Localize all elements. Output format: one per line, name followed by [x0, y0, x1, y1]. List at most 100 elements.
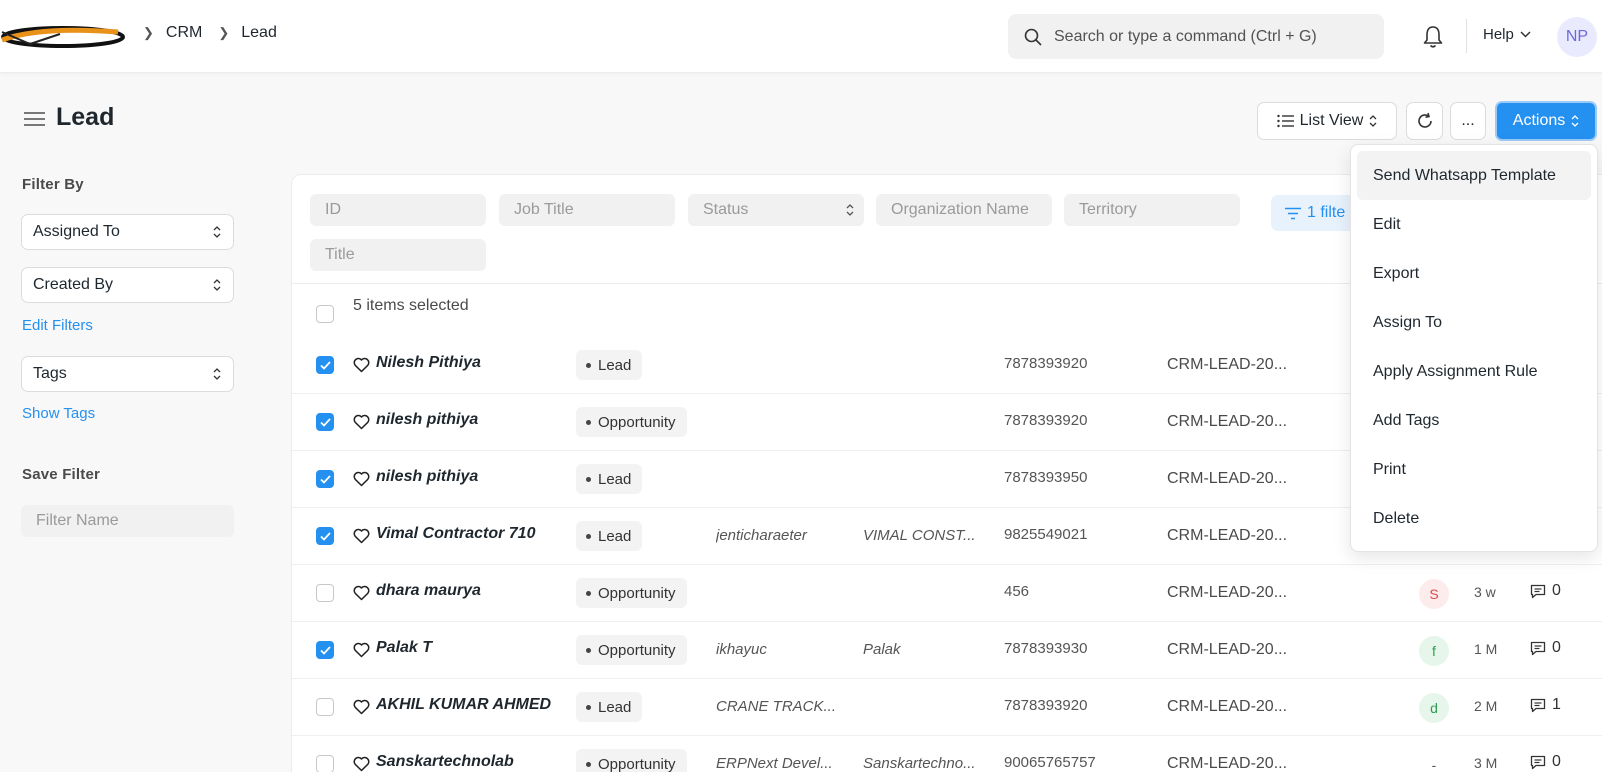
breadcrumb-lead[interactable]: Lead: [241, 24, 277, 42]
row-checkbox[interactable]: [316, 527, 334, 545]
heart-icon[interactable]: [353, 414, 370, 430]
lead-id-cell[interactable]: CRM-LEAD-20...: [1167, 755, 1287, 772]
lead-name[interactable]: Palak T: [376, 639, 551, 657]
list-view-button[interactable]: List View: [1257, 102, 1397, 140]
heart-icon[interactable]: [353, 528, 370, 544]
status-dot: [586, 647, 591, 653]
comment-count-value: 0: [1552, 639, 1561, 656]
status-filter[interactable]: Status: [688, 194, 864, 226]
assigned-to-select[interactable]: Assigned To: [21, 214, 234, 250]
lead-id-cell[interactable]: CRM-LEAD-20...: [1167, 527, 1287, 545]
comment-count[interactable]: 0: [1530, 753, 1561, 771]
row-checkbox[interactable]: [316, 641, 334, 659]
assignee-avatar[interactable]: -: [1419, 750, 1449, 772]
phone-cell: 7878393920: [1004, 412, 1088, 429]
title-filter[interactable]: Title: [310, 239, 486, 271]
bell-icon[interactable]: [1421, 24, 1445, 50]
sort-chevron-icon: [846, 204, 854, 216]
more-options-button[interactable]: ...: [1450, 102, 1486, 140]
comment-icon: [1530, 641, 1546, 655]
show-tags-link[interactable]: Show Tags: [22, 405, 95, 422]
menu-item-print[interactable]: Print: [1357, 445, 1591, 494]
menu-item-export[interactable]: Export: [1357, 249, 1591, 298]
comment-count[interactable]: 0: [1530, 582, 1561, 600]
territory-filter[interactable]: Territory: [1064, 194, 1240, 226]
filter-name-input[interactable]: [21, 505, 234, 537]
search-icon: [1024, 28, 1042, 45]
row-checkbox[interactable]: [316, 755, 334, 772]
table-row[interactable]: dhara maurya Opportunity 456 CRM-LEAD-20...…: [292, 565, 1602, 622]
table-row[interactable]: Palak T Opportunity ikhayuc Palak 7878393930…: [292, 622, 1602, 679]
job-title-cell: ikhayuc: [716, 641, 767, 658]
comment-count[interactable]: 1: [1530, 696, 1561, 714]
lead-id-cell[interactable]: CRM-LEAD-20...: [1167, 584, 1287, 602]
heart-icon[interactable]: [353, 585, 370, 601]
job-title-filter[interactable]: Job Title: [499, 194, 675, 226]
menu-item-edit[interactable]: Edit: [1357, 200, 1591, 249]
select-all-checkbox[interactable]: [316, 305, 334, 323]
breadcrumb-crm[interactable]: CRM: [166, 24, 202, 42]
user-avatar[interactable]: NP: [1557, 17, 1597, 57]
assignee-avatar[interactable]: S: [1419, 579, 1449, 609]
lead-name[interactable]: AKHIL KUMAR AHMED: [376, 696, 551, 714]
status-dot: [586, 476, 591, 482]
breadcrumb: ❯ CRM ❯ Lead: [143, 24, 293, 42]
lead-id-cell[interactable]: CRM-LEAD-20...: [1167, 470, 1287, 488]
created-by-select[interactable]: Created By: [21, 267, 234, 303]
assignee-avatar[interactable]: d: [1419, 693, 1449, 723]
heart-icon[interactable]: [353, 357, 370, 373]
job-title-cell: CRANE TRACK...: [716, 698, 837, 715]
comment-count[interactable]: 0: [1530, 639, 1561, 657]
lead-name[interactable]: Vimal Contractor 710: [376, 525, 551, 543]
organization-filter[interactable]: Organization Name: [876, 194, 1052, 226]
sort-chevron-icon: [213, 279, 221, 291]
heart-icon[interactable]: [353, 756, 370, 772]
status-badge: Opportunity: [576, 749, 687, 772]
actions-label: Actions: [1512, 112, 1566, 129]
filter-by-heading: Filter By: [22, 176, 84, 193]
row-checkbox[interactable]: [316, 698, 334, 716]
assignee-avatar[interactable]: f: [1419, 636, 1449, 666]
list-view-label: List View: [1299, 112, 1364, 129]
heart-icon[interactable]: [353, 699, 370, 715]
organization-cell: VIMAL CONST...: [863, 527, 976, 544]
tags-label: Tags: [33, 365, 67, 382]
refresh-button[interactable]: [1406, 102, 1443, 140]
lead-name[interactable]: nilesh pithiya: [376, 411, 551, 429]
sidebar-toggle-icon[interactable]: [24, 111, 45, 127]
edit-filters-link[interactable]: Edit Filters: [22, 317, 93, 334]
lead-id-cell[interactable]: CRM-LEAD-20...: [1167, 698, 1287, 716]
table-row[interactable]: AKHIL KUMAR AHMED Lead CRANE TRACK... 78783…: [292, 679, 1602, 736]
heart-icon[interactable]: [353, 642, 370, 658]
help-menu[interactable]: Help: [1483, 26, 1531, 43]
id-filter[interactable]: ID: [310, 194, 486, 226]
row-checkbox[interactable]: [316, 413, 334, 431]
lead-name[interactable]: Sanskartechnolab: [376, 753, 551, 771]
app-logo[interactable]: [0, 22, 126, 52]
lead-name[interactable]: Nilesh Pithiya: [376, 354, 551, 372]
status-label: Opportunity: [598, 755, 676, 772]
menu-item-apply-assignment-rule[interactable]: Apply Assignment Rule: [1357, 347, 1591, 396]
lead-id-cell[interactable]: CRM-LEAD-20...: [1167, 356, 1287, 374]
actions-button[interactable]: Actions: [1495, 101, 1597, 141]
table-row[interactable]: Sanskartechnolab Opportunity ERPNext Devel…: [292, 736, 1602, 772]
menu-item-delete[interactable]: Delete: [1357, 494, 1591, 543]
row-checkbox[interactable]: [316, 356, 334, 374]
lead-id-cell[interactable]: CRM-LEAD-20...: [1167, 641, 1287, 659]
row-checkbox[interactable]: [316, 584, 334, 602]
lead-name[interactable]: dhara maurya: [376, 582, 551, 600]
heart-icon[interactable]: [353, 471, 370, 487]
menu-item-assign-to[interactable]: Assign To: [1357, 298, 1591, 347]
menu-item-add-tags[interactable]: Add Tags: [1357, 396, 1591, 445]
search-bar[interactable]: [1008, 14, 1384, 59]
status-badge: Lead: [576, 350, 643, 380]
row-checkbox[interactable]: [316, 470, 334, 488]
search-input[interactable]: [1054, 27, 1364, 46]
organization-cell: Palak: [863, 641, 901, 658]
lead-id-cell[interactable]: CRM-LEAD-20...: [1167, 413, 1287, 431]
tags-select[interactable]: Tags: [21, 356, 234, 392]
title-filter-placeholder: Title: [325, 246, 355, 263]
sort-chevron-icon: [1369, 115, 1377, 127]
lead-name[interactable]: nilesh pithiya: [376, 468, 551, 486]
menu-item-send-whatsapp-template[interactable]: Send Whatsapp Template: [1357, 151, 1591, 200]
